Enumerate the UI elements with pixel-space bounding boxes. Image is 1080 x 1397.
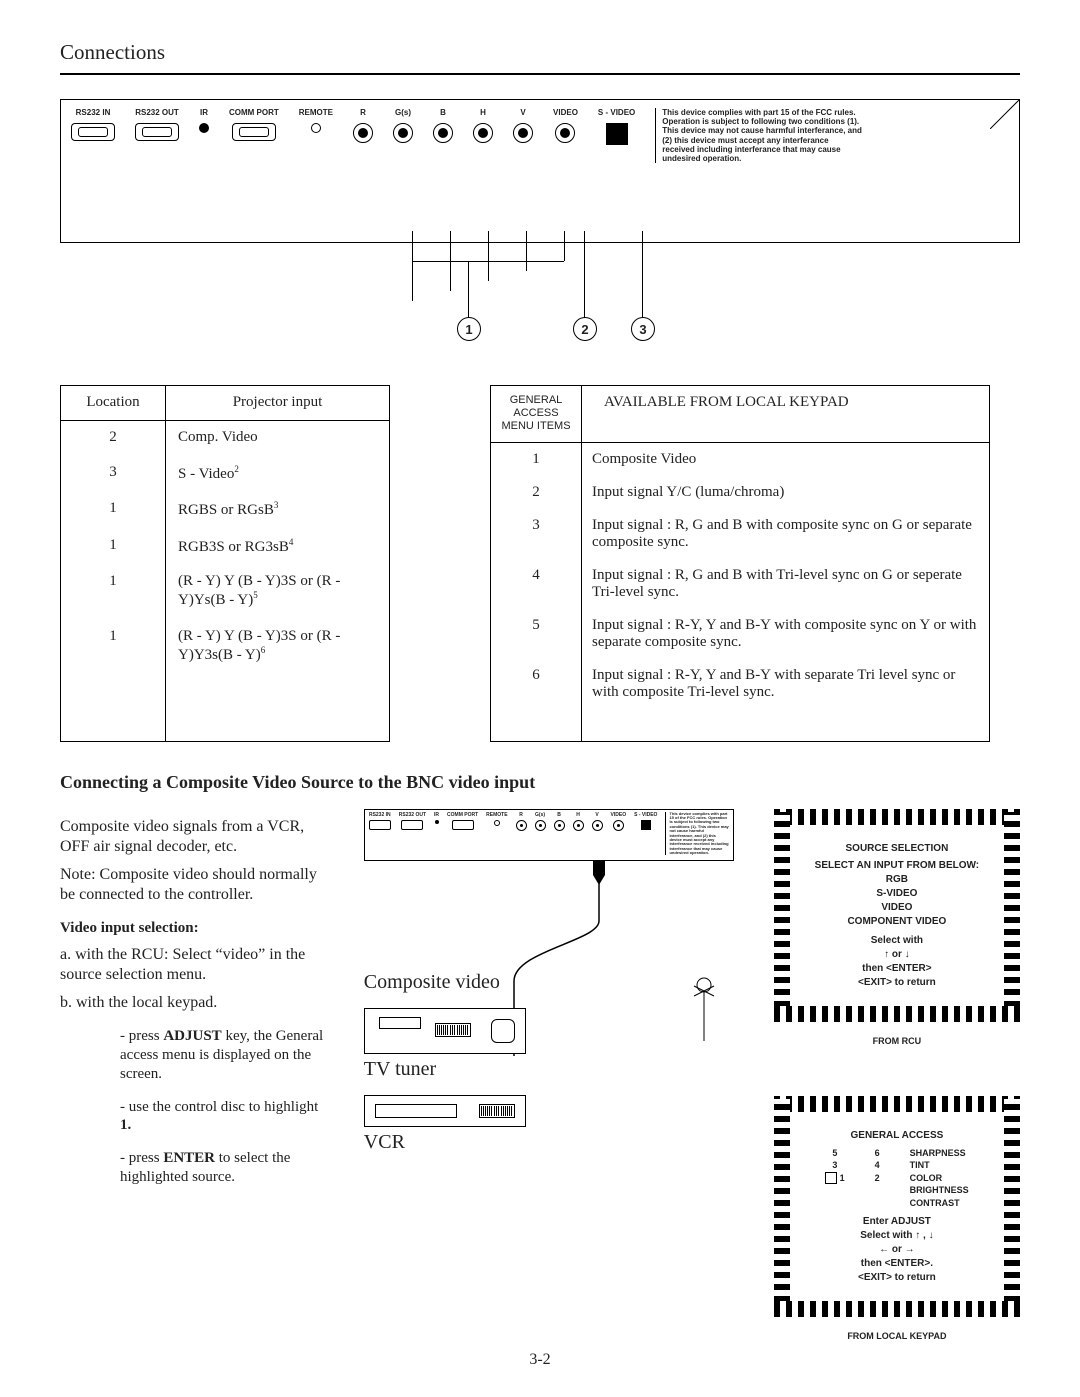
corner-cut-icon [990,99,1020,129]
section-title: Connecting a Composite Video Source to t… [60,772,1020,793]
header-rule [60,73,1020,75]
port-ir: IR [199,108,209,133]
osd-general-access: GENERAL ACCESS 5 3 1 6 4 2 SHARPNESS TI [774,1096,1020,1317]
page-number: 3-2 [0,1351,1080,1369]
port-g: G(s) [393,108,413,143]
tv-tuner-box [364,1008,526,1054]
rear-panel-diagram: RS232 IN RS232 OUT IR COMM PORT REMOTE R… [60,99,1020,243]
label-vcr: VCR [364,1131,734,1154]
osd1-caption: FROM RCU [774,1036,1020,1046]
node-3: 3 [631,317,655,341]
port-v: V [513,108,533,143]
fcc-notice: This device complies with part 15 of the… [655,108,862,163]
hookup-diagram: RS232 IN RS232 OUT IR COMM PORT REMOTE R… [364,809,734,1341]
port-r: R [353,108,373,143]
osd-source-selection: SOURCE SELECTION SELECT AN INPUT FROM BE… [774,809,1020,1022]
port-video: VIDEO [553,108,578,143]
port-rs232-in: RS232 IN [71,108,115,141]
node-1: 1 [457,317,481,341]
location-table: LocationProjector input 2Comp. Video 3S … [60,385,390,742]
vcr-box [364,1095,526,1127]
port-rs232-out: RS232 OUT [135,108,179,141]
label-tv-tuner: TV tuner [364,1058,734,1081]
port-comm: COMM PORT [229,108,279,141]
menu-items-table: GENERAL ACCESS MENU ITEMSAVAILABLE FROM … [490,385,990,742]
page-header: Connections [60,40,1020,65]
instruction-text: Composite video signals from a VCR, OFF … [60,809,324,1341]
port-b: B [433,108,453,143]
port-h: H [473,108,493,143]
port-remote: REMOTE [299,108,333,133]
wiring-diagram: 1 2 3 [60,231,1020,341]
osd2-caption: FROM LOCAL KEYPAD [774,1331,1020,1341]
node-2: 2 [573,317,597,341]
port-svideo: S - VIDEO [598,108,635,145]
